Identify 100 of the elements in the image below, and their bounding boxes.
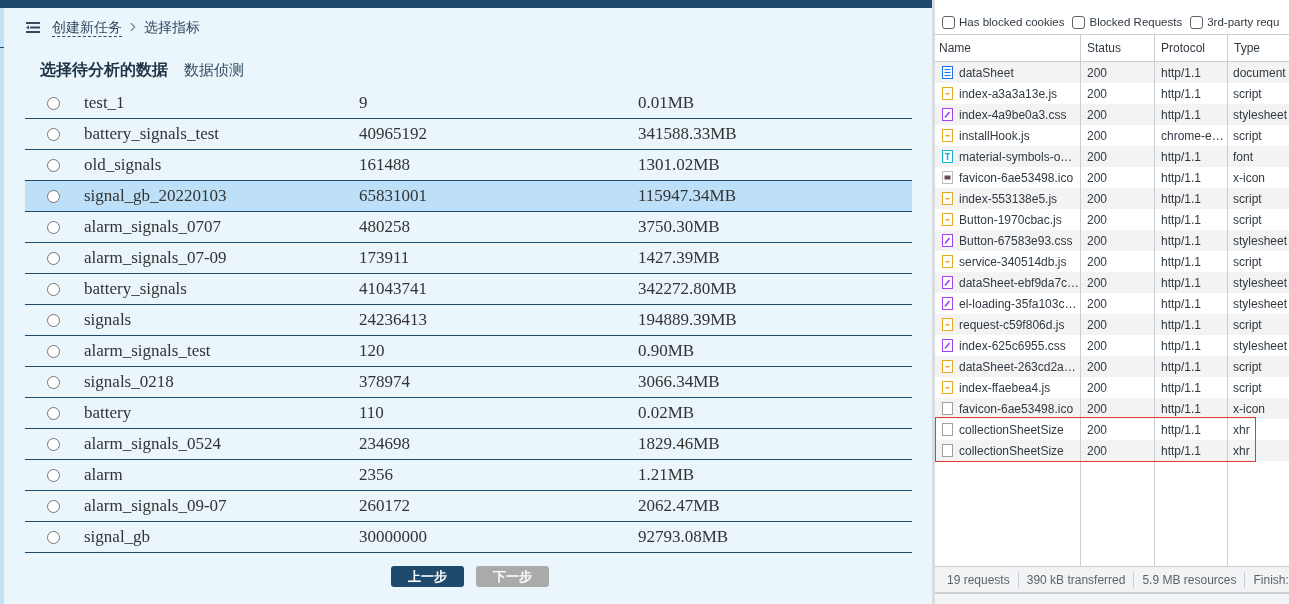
section-tab[interactable]: 选择待分析的数据 (40, 58, 168, 82)
script-file-icon (942, 87, 953, 100)
filter-label[interactable]: 3rd-party requ (1207, 13, 1280, 32)
filter-label[interactable]: Blocked Requests (1089, 13, 1183, 32)
column-header[interactable]: Type (1234, 39, 1260, 57)
data-size: 1.21MB (638, 464, 695, 487)
dataset-row[interactable]: test_1 9 0.01MB (25, 88, 912, 119)
document-icon (942, 66, 953, 79)
checkbox[interactable] (1072, 16, 1086, 29)
dataset-row[interactable]: alarm_signals_0524 234698 1829.46MB (25, 429, 912, 460)
radio-button[interactable] (47, 437, 60, 451)
column-header[interactable]: Protocol (1161, 39, 1206, 57)
dataset-row[interactable]: signal_gb 30000000 92793.08MB (25, 522, 912, 553)
request-row[interactable]: request-c59f806d.js 200 http/1.1 script (935, 314, 1289, 335)
dataset-row[interactable]: battery 110 0.02MB (25, 398, 912, 429)
dataset-row[interactable]: signals 24236413 194889.39MB (25, 305, 912, 336)
protocol-text: http/1.1 (1161, 64, 1202, 82)
dataset-row[interactable]: alarm_signals_07-09 173911 1427.39MB (25, 243, 912, 274)
request-name: index-a3a3a13e.js (959, 85, 1058, 103)
checkbox[interactable] (1190, 16, 1204, 29)
protocol-text: http/1.1 (1161, 274, 1202, 292)
type-text: script (1233, 190, 1262, 208)
data-size: 2062.47MB (638, 495, 720, 518)
data-size: 341588.33MB (638, 123, 737, 146)
status-text: 390 kB transferred (1026, 571, 1126, 589)
request-row[interactable]: index-553138e5.js 200 http/1.1 script (935, 188, 1289, 209)
status-code: 200 (1087, 400, 1108, 418)
dataset-row[interactable]: signal_gb_20220103 65831001 115947.34MB (25, 181, 912, 212)
status-code: 200 (1087, 358, 1108, 376)
request-row[interactable]: dataSheet-ebf9da7c… 200 http/1.1 stylesheet (935, 272, 1289, 293)
column-header[interactable]: Status (1087, 39, 1122, 57)
record-count: 161488 (359, 154, 411, 177)
radio-button[interactable] (47, 96, 60, 110)
status-code: 200 (1087, 127, 1108, 145)
radio-button[interactable] (47, 530, 60, 544)
request-row[interactable]: dataSheet 200 http/1.1 document (935, 62, 1289, 83)
checkbox[interactable] (942, 16, 955, 29)
dataset-row[interactable]: alarm_signals_09-07 260172 2062.47MB (25, 491, 912, 522)
record-count: 480258 (359, 216, 411, 239)
filter-label[interactable]: Has blocked cookies (959, 13, 1065, 32)
data-size: 1829.46MB (638, 433, 720, 456)
radio-button[interactable] (47, 158, 60, 172)
type-text: document (1233, 64, 1286, 82)
status-code: 200 (1087, 190, 1108, 208)
dataset-row[interactable]: battery_signals 41043741 342272.80MB (25, 274, 912, 305)
script-file-icon (942, 318, 953, 331)
type-text: stylesheet (1233, 295, 1288, 313)
protocol-text: http/1.1 (1161, 106, 1202, 124)
data-size: 115947.34MB (638, 185, 737, 208)
status-code: 200 (1087, 274, 1108, 292)
data-size: 194889.39MB (638, 309, 737, 332)
dataset-row[interactable]: signals_0218 378974 3066.34MB (25, 367, 912, 398)
section-tab[interactable]: 数据侦测 (184, 58, 244, 82)
radio-button[interactable] (47, 189, 60, 203)
request-name: Button-67583e93.css (959, 232, 1073, 250)
protocol-text: http/1.1 (1161, 211, 1202, 229)
radio-button[interactable] (47, 220, 60, 234)
request-row[interactable]: favicon-6ae53498.ico 200 http/1.1 x-icon (935, 398, 1289, 419)
request-name: collectionSheetSize (959, 442, 1064, 460)
status-code: 200 (1087, 295, 1108, 313)
type-text: x-icon (1233, 169, 1265, 187)
type-text: script (1233, 358, 1262, 376)
status-code: 200 (1087, 337, 1108, 355)
type-text: stylesheet (1233, 274, 1288, 292)
request-row[interactable]: index-4a9be0a3.css 200 http/1.1 stylesheet (935, 104, 1289, 125)
menu-icon[interactable] (26, 21, 40, 33)
status-code: 200 (1087, 106, 1108, 124)
protocol-text: http/1.1 (1161, 442, 1202, 460)
request-row[interactable]: Button-67583e93.css 200 http/1.1 stylesheet (935, 230, 1289, 251)
dataset-row[interactable]: alarm_signals_0707 480258 3750.30MB (25, 212, 912, 243)
status-code: 200 (1087, 85, 1108, 103)
radio-button[interactable] (47, 251, 60, 265)
breadcrumb-link[interactable]: 创建新任务 (52, 17, 122, 37)
request-row[interactable]: dataSheet-263cd2a… 200 http/1.1 script (935, 356, 1289, 377)
radio-button[interactable] (47, 499, 60, 513)
protocol-text: http/1.1 (1161, 400, 1202, 418)
column-header[interactable]: Name (939, 39, 971, 57)
stylesheet-file-icon (942, 297, 953, 310)
radio-button[interactable] (47, 282, 60, 296)
request-row[interactable]: material-symbols-o… 200 http/1.1 font (935, 146, 1289, 167)
radio-button[interactable] (47, 468, 60, 482)
dataset-name: signals_0218 (84, 371, 175, 394)
radio-button[interactable] (47, 313, 60, 327)
image-file-icon (942, 171, 953, 184)
type-text: font (1233, 148, 1253, 166)
request-row[interactable]: collectionSheetSize 200 http/1.1 xhr (935, 440, 1289, 461)
status-text: Finish: (1253, 571, 1289, 589)
radio-button[interactable] (47, 127, 60, 141)
record-count: 30000000 (359, 526, 428, 549)
dataset-name: signal_gb (84, 526, 152, 549)
dataset-row[interactable]: alarm 2356 1.21MB (25, 460, 912, 491)
dataset-row[interactable]: battery_signals_test 40965192 341588.33MB (25, 119, 912, 150)
dataset-name: alarm (84, 464, 124, 487)
radio-button[interactable] (47, 406, 60, 420)
dataset-row[interactable]: alarm_signals_test 120 0.90MB (25, 336, 912, 367)
radio-button[interactable] (47, 344, 60, 358)
stylesheet-file-icon (942, 339, 953, 352)
previous-step-button[interactable]: 上一步 (390, 566, 464, 587)
record-count: 2356 (359, 464, 394, 487)
radio-button[interactable] (47, 375, 60, 389)
